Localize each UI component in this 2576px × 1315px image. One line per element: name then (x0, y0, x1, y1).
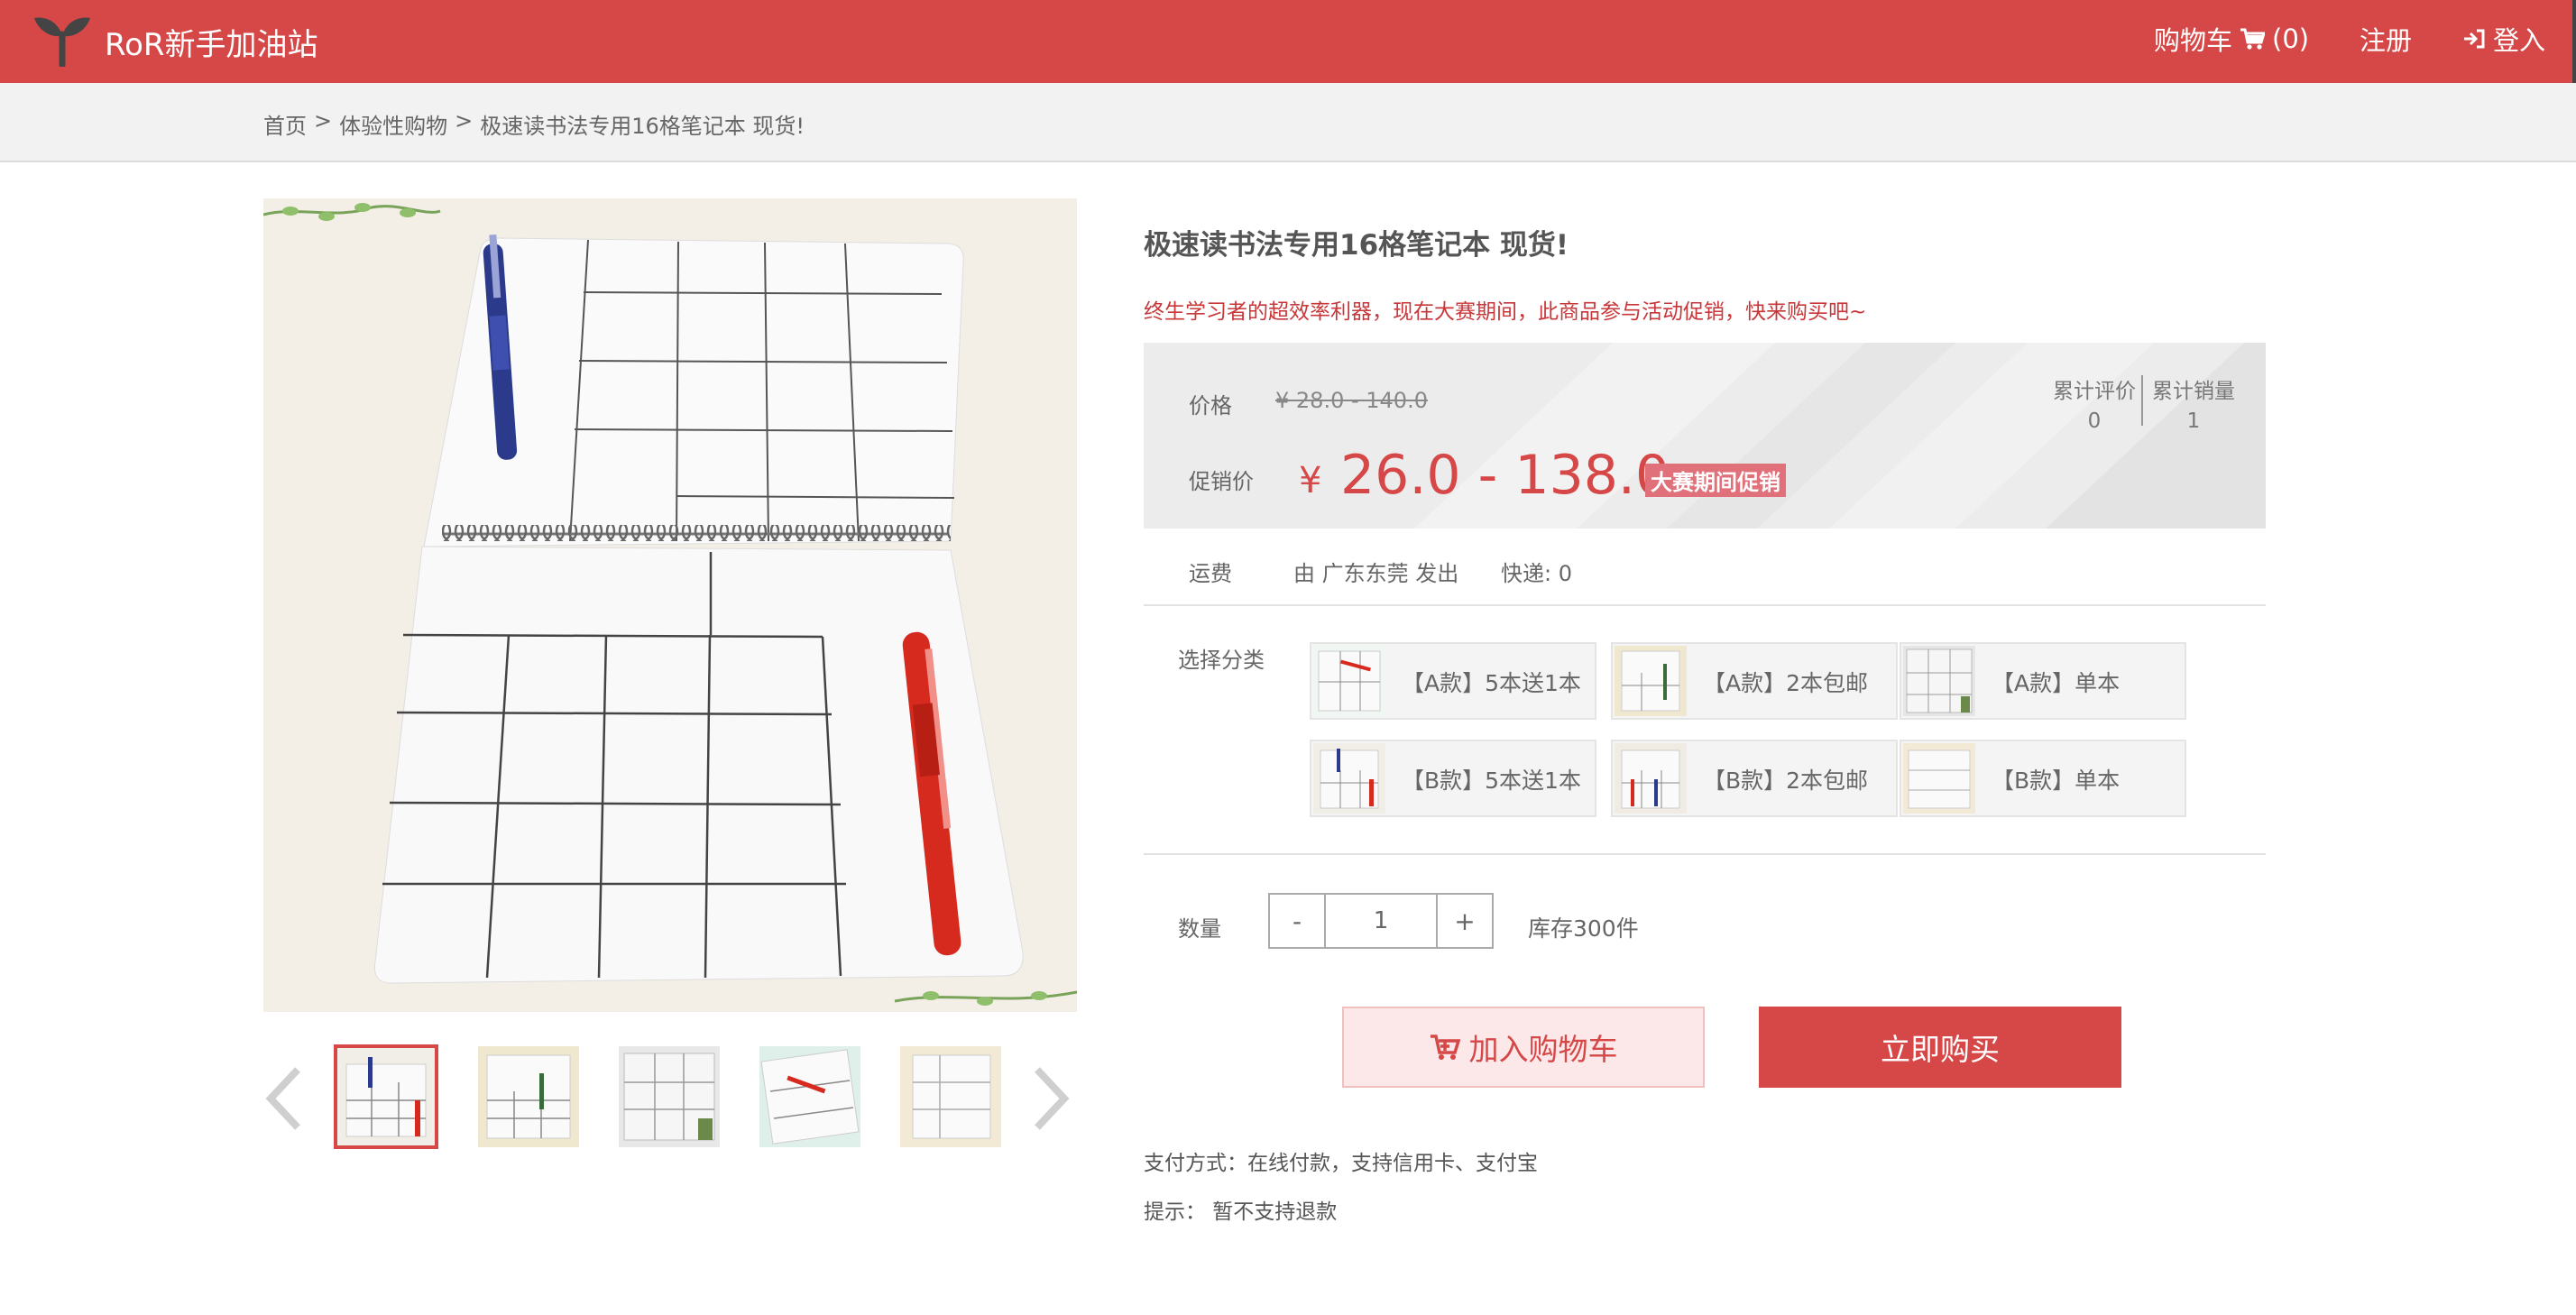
shipping-origin: 由 广东东莞 发出 (1293, 561, 1459, 586)
breadcrumb-current: 极速读书法专用16格笔记本 现货! (480, 114, 805, 139)
product-title: 极速读书法专用16格笔记本 现货! (1144, 229, 1569, 262)
sprout-logo-icon[interactable] (32, 11, 92, 67)
variant-option[interactable]: 【A款】单本 (1900, 642, 2186, 720)
sales-count: 1 (2186, 409, 2201, 433)
cart-icon (2240, 28, 2266, 50)
nav-cart-link[interactable]: 购物车 (0) (2154, 20, 2309, 58)
variant-label: 选择分类 (1178, 648, 1265, 673)
quantity-decrement-button[interactable]: - (1270, 895, 1326, 947)
cart-plus-icon (1430, 1035, 1460, 1060)
promo-price: 26.0 - 138.0 (1340, 444, 1670, 507)
gallery-next-icon[interactable] (1026, 1064, 1073, 1133)
promo-price-label: 促销价 (1189, 469, 1254, 494)
variant-thumbnail (1615, 743, 1687, 814)
shipping-label: 运费 (1189, 561, 1232, 586)
original-price: ¥ 28.0 - 140.0 (1275, 388, 1428, 413)
variant-option[interactable]: 【B款】单本 (1900, 740, 2186, 817)
sales-label: 累计销量 (2152, 380, 2235, 403)
variant-thumbnail (1313, 646, 1385, 716)
variant-thumbnail (1903, 646, 1975, 716)
breadcrumb-category[interactable]: 体验性购物 (339, 108, 447, 140)
payment-methods: 支付方式：在线付款，支持信用卡、支付宝 (1144, 1152, 1538, 1175)
price-label: 价格 (1189, 393, 1232, 418)
variant-option[interactable]: 【B款】5本送1本 (1310, 740, 1596, 817)
variant-option-label: 【B款】5本送1本 (1402, 768, 1581, 794)
quantity-increment-button[interactable]: + (1436, 895, 1492, 947)
quantity-input[interactable]: 1 (1326, 895, 1436, 947)
sales-stat: 累计销量 1 (2148, 373, 2239, 433)
brand-name[interactable]: RoR新手加油站 (105, 20, 318, 64)
nav-register-link[interactable]: 注册 (2360, 20, 2412, 58)
reviews-count: 0 (2087, 409, 2102, 433)
buy-now-button[interactable]: 立即购买 (1759, 1007, 2121, 1088)
variant-option-label: 【B款】单本 (1992, 768, 2121, 794)
variant-thumbnail (1313, 743, 1385, 814)
nav-login-link[interactable]: 登入 (2462, 20, 2545, 58)
variant-option[interactable]: 【B款】2本包邮 (1611, 740, 1898, 817)
sign-in-icon (2464, 29, 2485, 49)
gallery-thumbnail[interactable] (478, 1046, 579, 1147)
add-to-cart-label: 加入购物车 (1468, 1032, 1618, 1067)
product-subtitle: 终生学习者的超效率利器，现在大赛期间，此商品参与活动促销，快来购买吧~ (1144, 300, 1867, 324)
cart-link-label: 购物车 (2154, 25, 2233, 56)
cart-count: (0) (2272, 23, 2310, 54)
login-label: 登入 (2493, 25, 2546, 56)
breadcrumb-home[interactable]: 首页 (263, 108, 307, 140)
breadcrumb-bar: 首页 > 体验性购物 > 极速读书法专用16格笔记本 现货! (0, 83, 2576, 162)
shipping-row: 运费 由 广东东莞 发出 快递: 0 (1144, 529, 2266, 606)
section-divider (1144, 853, 2266, 855)
gallery-thumbnail[interactable] (900, 1046, 1001, 1147)
stock-count: 库存300件 (1528, 915, 1639, 942)
gallery-prev-icon[interactable] (262, 1064, 308, 1133)
shipping-express-fee: 快递: 0 (1501, 561, 1572, 586)
promo-badge: 大赛期间促销 (1645, 464, 1786, 497)
variant-option[interactable]: 【A款】2本包邮 (1611, 642, 1898, 720)
variant-option-label: 【A款】5本送1本 (1402, 670, 1581, 696)
breadcrumb-separator: > (455, 108, 474, 133)
variant-option-label: 【A款】单本 (1992, 670, 2121, 696)
product-main-image (263, 198, 1077, 1012)
variant-option-label: 【A款】2本包邮 (1703, 670, 1869, 696)
promo-currency: ¥ (1299, 460, 1322, 501)
reviews-label: 累计评价 (2053, 380, 2136, 403)
gallery-thumbnail[interactable] (619, 1046, 720, 1147)
price-panel: 价格 ¥ 28.0 - 140.0 促销价 ¥ 26.0 - 138.0 大赛期… (1144, 343, 2266, 529)
gallery-thumbnail[interactable] (759, 1046, 860, 1147)
quantity-stepper: - 1 + (1268, 893, 1494, 949)
reviews-stat: 累计评价 0 (2049, 373, 2139, 433)
variant-thumbnail (1615, 646, 1687, 716)
variant-thumbnail (1903, 743, 1975, 814)
breadcrumb: 首页 > 体验性购物 > 极速读书法专用16格笔记本 现货! (263, 108, 805, 140)
variant-option-label: 【B款】2本包邮 (1703, 768, 1869, 794)
variant-option[interactable]: 【A款】5本送1本 (1310, 642, 1596, 720)
quantity-label: 数量 (1178, 916, 1221, 942)
top-navbar: RoR新手加油站 购物车 (0) 注册 登入 (0, 0, 2576, 83)
stat-divider (2141, 375, 2143, 426)
refund-tip: 提示： 暂不支持退款 (1144, 1200, 1338, 1224)
add-to-cart-button[interactable]: 加入购物车 (1342, 1007, 1705, 1088)
breadcrumb-separator: > (314, 108, 333, 133)
gallery-thumbnail[interactable] (334, 1044, 438, 1149)
